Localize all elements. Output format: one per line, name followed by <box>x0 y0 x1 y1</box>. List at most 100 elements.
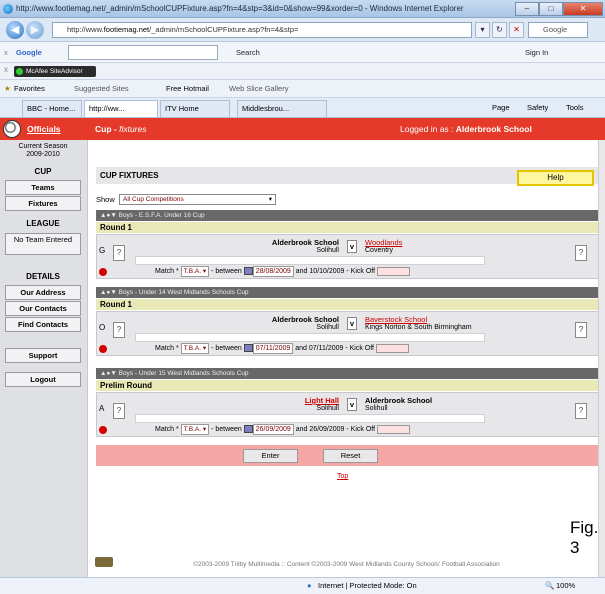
home-team-name: Alderbrook School <box>271 315 339 324</box>
competition-bar: ▲●▼ Boys - E.S.F.A. Under 16 Cup <box>96 210 599 221</box>
our-address-button[interactable]: Our Address <box>5 285 81 300</box>
calendar-icon[interactable] <box>243 267 253 276</box>
page-menu[interactable]: Page <box>492 98 510 118</box>
address-row: ◀ ▶ http://www.footiemag.net/_admin/mSch… <box>0 18 605 42</box>
result-field <box>135 414 485 423</box>
teams-button[interactable]: Teams <box>5 180 81 195</box>
group-letter: G <box>99 246 106 255</box>
enter-button[interactable]: Enter <box>243 449 298 463</box>
page-header: Officials Cup - fixtures Logged in as : … <box>0 118 605 140</box>
security-zone: Internet | Protected Mode: On <box>318 581 417 590</box>
maximize-button[interactable]: □ <box>539 2 563 16</box>
home-team-link[interactable]: Light Hall <box>305 396 339 405</box>
match-status-select[interactable]: T.B.A. ▾ <box>180 343 210 354</box>
home-team-name: Alderbrook School <box>271 238 339 247</box>
reset-button[interactable]: Reset <box>323 449 378 463</box>
tab-current[interactable]: http://ww... <box>84 100 158 117</box>
form-actions-bar: Enter Reset <box>96 445 599 466</box>
star-icon: ★ <box>4 84 11 93</box>
sort-arrows-icon[interactable]: ▲●▼ <box>100 289 117 296</box>
match-label: Match <box>155 268 175 275</box>
address-prefix: http://www. <box>67 25 104 34</box>
zoom-icon[interactable]: 🔍 <box>545 578 554 594</box>
stop-icon[interactable]: ✕ <box>509 22 524 38</box>
calendar-icon[interactable] <box>243 425 253 434</box>
help-button[interactable]: Help <box>517 170 594 186</box>
versus-label: v <box>347 398 357 411</box>
chevron-down-icon: ▾ <box>268 196 272 203</box>
between-label: between <box>215 345 242 352</box>
home-team: Alderbrook School Solihull <box>207 315 339 331</box>
officials-link[interactable]: Officials <box>27 118 61 140</box>
competition-filter-select[interactable]: All Cup Competitions ▾ <box>119 194 276 205</box>
address-path: /_admin/mSchoolCUPFixture.asp?fn=4&stp= <box>149 25 299 34</box>
minimize-button[interactable]: – <box>515 2 539 16</box>
date-to: 26/09/2009 <box>309 426 345 433</box>
back-button[interactable]: ◀ <box>6 21 24 39</box>
page-title: Cup - fixtures <box>95 124 147 134</box>
support-button[interactable]: Support <box>5 348 81 363</box>
top-link[interactable]: Top <box>337 473 348 480</box>
zoom-level[interactable]: 100% <box>556 578 575 594</box>
sidebar: Current Season 2009-2010 CUP Teams Fixtur… <box>0 140 88 577</box>
search-engine-box[interactable]: Google <box>528 22 588 38</box>
match-line: Match * T.B.A. ▾ - between 26/09/2009 an… <box>155 424 411 435</box>
our-contacts-button[interactable]: Our Contacts <box>5 301 81 316</box>
fav-item-free-hotmail[interactable]: Free Hotmail <box>166 80 209 98</box>
away-team-name: Alderbrook School <box>365 396 433 405</box>
group-letter: A <box>99 404 105 413</box>
date-input[interactable]: 28/08/2009 <box>252 266 294 277</box>
refresh-icon[interactable]: ↻ <box>492 22 507 38</box>
safety-menu[interactable]: Safety <box>527 98 548 118</box>
and-label: and <box>295 345 307 352</box>
away-shirt-icon: ? <box>575 322 587 338</box>
fav-item-web-slice-gallery[interactable]: Web Slice Gallery <box>229 80 288 98</box>
away-team-link[interactable]: Baverstock School <box>365 315 427 324</box>
favorites-button[interactable]: Favorites <box>14 80 45 98</box>
tab-label: Middlesbrou... <box>242 104 290 113</box>
date-input[interactable]: 26/09/2009 <box>252 424 294 435</box>
away-team: Woodlands Coventry <box>365 238 402 254</box>
tab-row: BBC - Home... http://ww... ITV Home Midd… <box>0 98 605 118</box>
tab-itv[interactable]: ITV Home <box>160 100 230 117</box>
sort-arrows-icon[interactable]: ▲●▼ <box>100 370 117 377</box>
kickoff-input[interactable] <box>377 424 411 434</box>
close-toolbar-icon[interactable]: x <box>4 65 8 74</box>
round-bar: Prelim Round <box>96 380 599 391</box>
google-toolbar: x Google Search Sign In <box>0 42 605 63</box>
tools-menu[interactable]: Tools <box>566 98 584 118</box>
date-input[interactable]: 07/11/2009 <box>252 343 294 354</box>
close-button[interactable]: ✕ <box>563 2 603 16</box>
window-title-bar: http://www.footiemag.net/_admin/mSchoolC… <box>0 0 605 18</box>
football-logo-icon <box>3 120 21 138</box>
kickoff-input[interactable] <box>375 343 409 353</box>
address-bar[interactable]: http://www.footiemag.net/_admin/mSchoolC… <box>52 22 472 38</box>
tab-bbc[interactable]: BBC - Home... <box>22 100 82 117</box>
sign-in-button[interactable]: Sign In <box>525 42 548 63</box>
away-team-link[interactable]: Woodlands <box>365 238 402 247</box>
google-search-button[interactable]: Search <box>236 42 260 63</box>
fixture-row: O ? ? Alderbrook School Solihull v Bavers… <box>96 311 599 356</box>
calendar-icon[interactable] <box>243 344 253 353</box>
home-shirt-icon: ? <box>113 322 125 338</box>
kickoff-label: - Kick Off <box>345 345 374 352</box>
logout-button[interactable]: Logout <box>5 372 81 387</box>
dropdown-icon[interactable]: ▾ <box>475 22 490 38</box>
forward-button[interactable]: ▶ <box>26 21 44 39</box>
scrollbar[interactable] <box>598 140 605 577</box>
fav-item-suggested-sites[interactable]: Suggested Sites <box>74 80 129 98</box>
copyright-text: ©2003-2009 Trilby Multimedia :: Content … <box>193 561 500 568</box>
match-status-select[interactable]: T.B.A. ▾ <box>180 424 210 435</box>
google-search-input[interactable] <box>68 45 218 60</box>
logged-label: Logged in as : <box>400 124 454 134</box>
kickoff-input[interactable] <box>377 266 411 276</box>
fixtures-button[interactable]: Fixtures <box>5 196 81 211</box>
tab-middlesbrough[interactable]: Middlesbrou... <box>237 100 327 117</box>
window-title: http://www.footiemag.net/_admin/mSchoolC… <box>16 4 464 13</box>
find-contacts-button[interactable]: Find Contacts <box>5 317 81 332</box>
close-toolbar-icon[interactable]: x <box>4 42 8 63</box>
mcafee-button[interactable]: McAfee SiteAdvisor <box>14 66 96 77</box>
match-status-select[interactable]: T.B.A. ▾ <box>180 266 210 277</box>
match-label: Match <box>155 345 175 352</box>
sort-arrows-icon[interactable]: ▲●▼ <box>100 212 117 219</box>
